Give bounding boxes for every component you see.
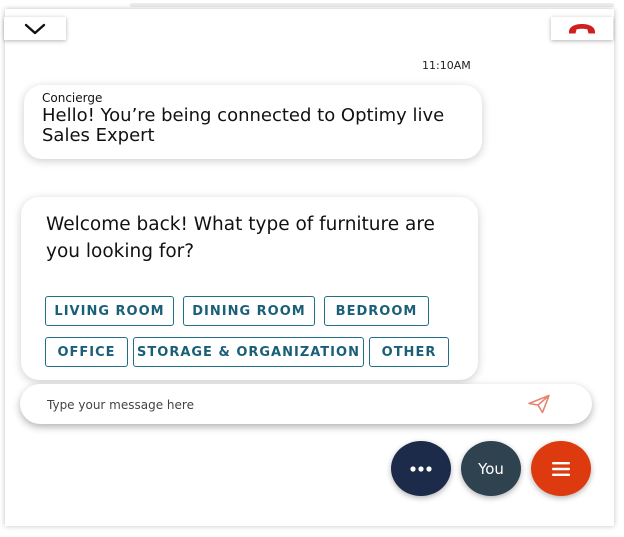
menu-button[interactable] <box>531 441 591 496</box>
question-message-bubble: Welcome back! What type of furniture are… <box>21 197 478 380</box>
message-timestamp: 11:10AM <box>422 59 471 72</box>
message-text: Hello! You’re being connected to Optimy … <box>42 105 445 146</box>
ellipsis-icon <box>410 465 432 472</box>
option-other[interactable]: OTHER <box>369 337 449 367</box>
message-composer <box>20 384 592 424</box>
hamburger-menu-icon <box>552 461 570 476</box>
option-office[interactable]: OFFICE <box>45 337 128 367</box>
paper-plane-icon <box>528 394 550 414</box>
top-divider <box>130 3 614 7</box>
option-storage-organization[interactable]: STORAGE & ORGANIZATION <box>133 337 364 367</box>
you-button[interactable]: You <box>461 441 521 496</box>
message-input[interactable] <box>45 392 509 418</box>
send-button[interactable] <box>525 392 553 416</box>
more-options-button[interactable] <box>391 441 451 496</box>
phone-hangup-icon <box>569 23 595 33</box>
collapse-button[interactable] <box>4 17 66 40</box>
option-dining-room[interactable]: DINING ROOM <box>183 296 315 326</box>
message-text: Welcome back! What type of furniture are… <box>46 214 435 262</box>
concierge-message-bubble: Concierge Hello! You’re being connected … <box>24 85 482 159</box>
option-living-room[interactable]: LIVING ROOM <box>45 296 174 326</box>
chevron-down-icon <box>24 23 46 34</box>
option-bedroom[interactable]: BEDROOM <box>324 296 429 326</box>
hangup-button[interactable] <box>551 17 613 40</box>
message-sender: Concierge <box>42 91 103 105</box>
